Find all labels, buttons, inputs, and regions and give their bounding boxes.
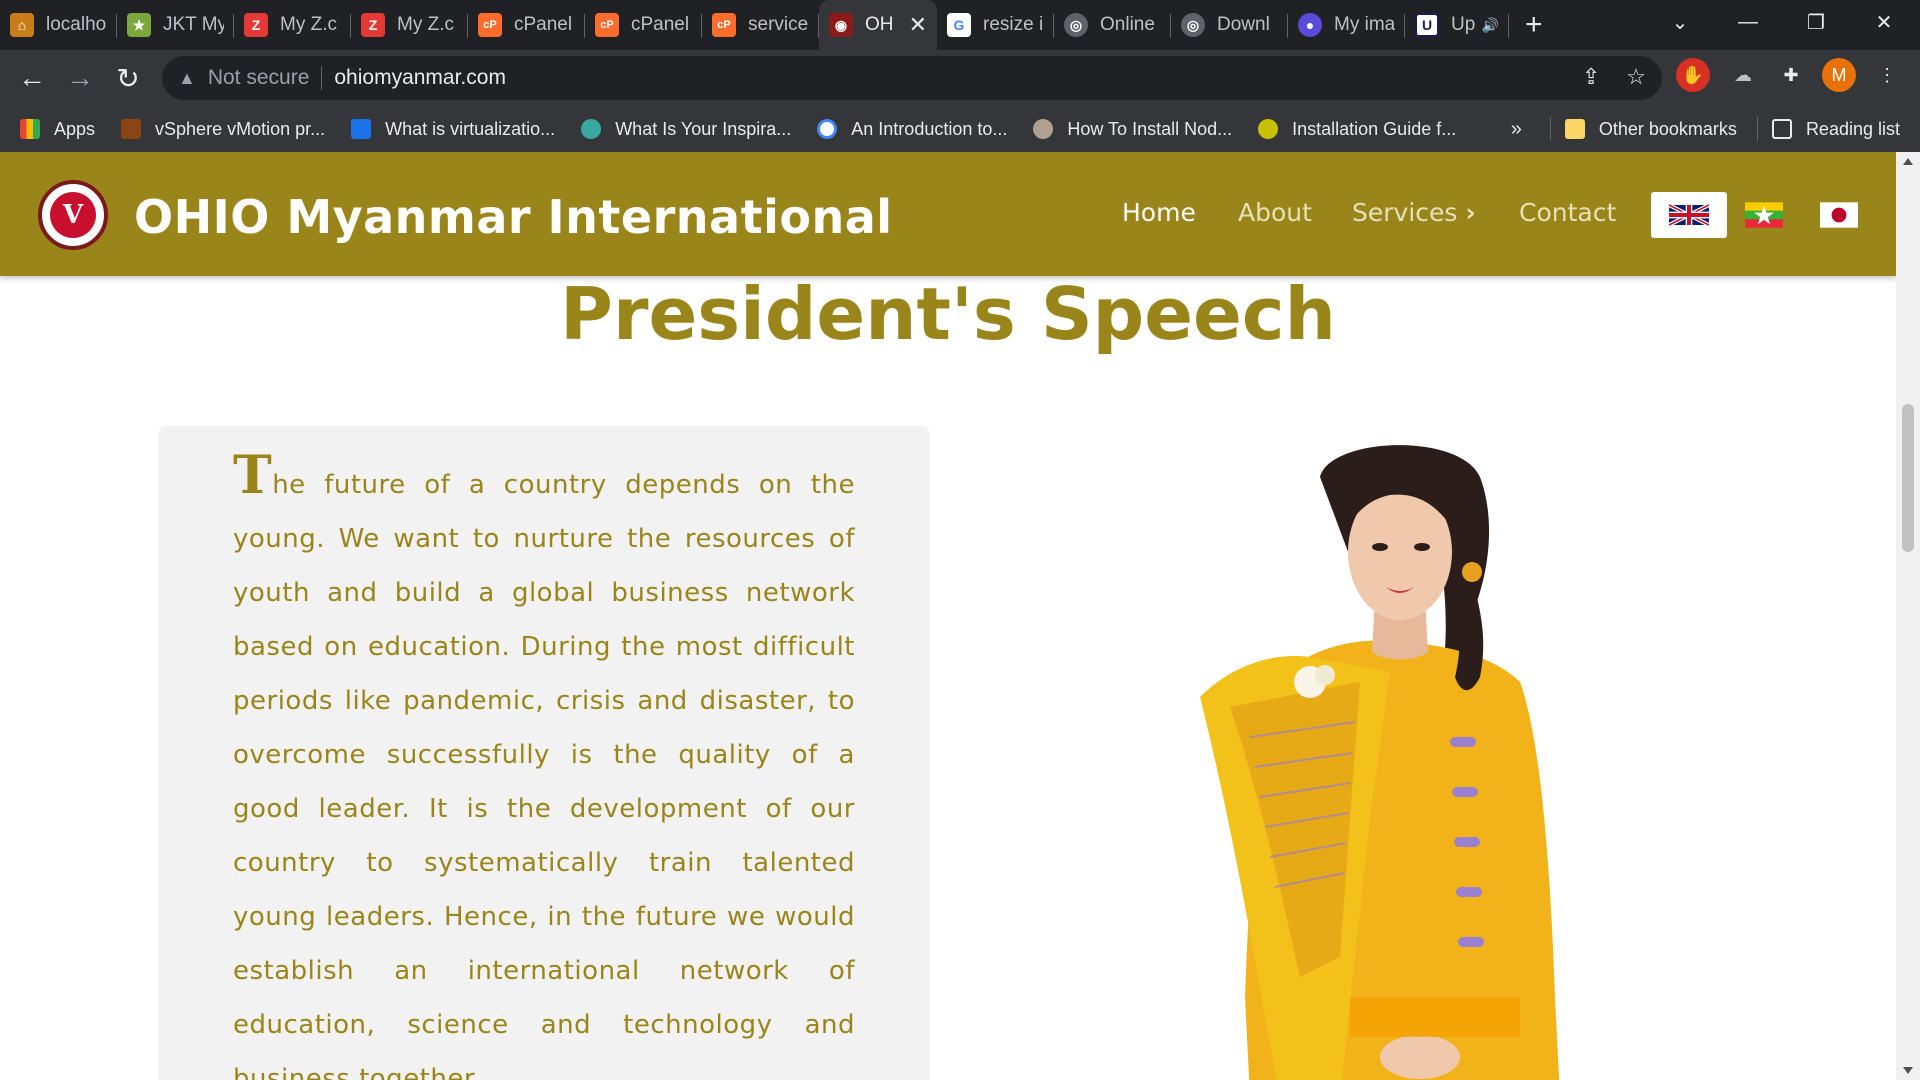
site-logo[interactable]: V (38, 180, 108, 250)
adblock-extension-icon[interactable]: ✋ (1676, 58, 1710, 92)
browser-tab[interactable]: ● My ima (1288, 0, 1405, 50)
url-text[interactable]: ohiomyanmar.com (334, 66, 506, 90)
tab-favicon-icon: cP (478, 13, 502, 37)
nav-home[interactable]: Home (1122, 198, 1196, 227)
nav-contact[interactable]: Contact (1519, 198, 1616, 227)
bookmark-favicon-icon (121, 119, 142, 139)
back-icon[interactable]: ← (8, 54, 56, 102)
myanmar-flag-icon (1745, 202, 1783, 228)
bookmark-favicon-icon (581, 119, 602, 139)
other-bookmarks[interactable]: Other bookmarks (1564, 119, 1737, 140)
bookmark-item[interactable]: What is virtualizatio... (351, 119, 555, 140)
site-brand[interactable]: OHIO Myanmar International (134, 190, 893, 244)
site-header: V OHIO Myanmar International Home About … (0, 152, 1896, 276)
tab-favicon-icon: G (947, 13, 971, 37)
speech-card: The future of a country depends on the y… (158, 426, 930, 1080)
page-title: President's Speech (560, 272, 1336, 356)
scrollbar-thumb[interactable] (1902, 404, 1914, 552)
menu-kebab-icon[interactable]: ⋮ (1870, 58, 1904, 92)
forward-icon[interactable]: → (56, 54, 104, 102)
browser-toolbar: ← → ↻ ▲ Not secure ohiomyanmar.com ⇪ ☆ ✋… (0, 50, 1920, 106)
browser-tab[interactable]: ⌂ localho (0, 0, 117, 50)
nav-services[interactable]: Services › (1352, 198, 1476, 227)
language-myanmar-button[interactable] (1726, 192, 1802, 238)
bookmark-favicon-icon (1258, 119, 1279, 139)
warning-icon[interactable]: ▲ (178, 68, 196, 89)
logo-emblem-icon: V (50, 192, 96, 238)
divider (1549, 117, 1551, 141)
browser-tab-active[interactable]: ◉ OH ✕ (819, 0, 937, 50)
share-icon[interactable]: ⇪ (1582, 64, 1600, 90)
speaker-icon[interactable]: 🔊 (1482, 17, 1499, 34)
bookmark-item[interactable]: An Introduction to... (817, 119, 1007, 140)
speech-text: he future of a country depends on the yo… (233, 470, 855, 1080)
extensions-puzzle-icon[interactable]: ✚ (1774, 58, 1808, 92)
language-japanese-button[interactable] (1801, 192, 1877, 238)
security-status[interactable]: Not secure (208, 66, 310, 90)
browser-tab[interactable]: Z My Z.c (351, 0, 468, 50)
tab-favicon-icon: Z (244, 13, 268, 37)
reload-icon[interactable]: ↻ (104, 54, 152, 102)
browser-tab[interactable]: ★ JKT My (117, 0, 234, 50)
page-viewport: V OHIO Myanmar International Home About … (0, 152, 1896, 1080)
speech-body: The future of a country depends on the y… (233, 450, 855, 1080)
bookmarks-overflow-button[interactable]: » (1511, 118, 1522, 141)
restore-icon[interactable]: ❐ (1786, 0, 1846, 44)
tab-favicon-icon: ◎ (1064, 13, 1088, 37)
bookmark-item[interactable]: How To Install Nod... (1033, 119, 1232, 140)
browser-tab[interactable]: U Up 🔊 (1405, 0, 1509, 50)
browser-tab[interactable]: ◎ Online (1054, 0, 1171, 50)
divider (1756, 117, 1758, 141)
address-bar[interactable]: ▲ Not secure ohiomyanmar.com ⇪ ☆ (162, 56, 1662, 100)
language-english-button[interactable] (1651, 192, 1727, 238)
close-window-icon[interactable]: ✕ (1854, 0, 1914, 44)
browser-tab-strip: ⌂ localho ★ JKT My Z My Z.c Z My Z.c cP cPane… (0, 0, 1920, 50)
nav-about[interactable]: About (1238, 198, 1312, 227)
bookmark-favicon-icon (351, 119, 372, 139)
apps-grid-icon (20, 119, 40, 139)
uk-flag-icon (1669, 203, 1709, 227)
bookmark-star-icon[interactable]: ☆ (1626, 64, 1646, 90)
close-tab-icon[interactable]: ✕ (909, 12, 927, 38)
extension-icon[interactable]: ☁ (1726, 58, 1760, 92)
drop-cap: T (233, 445, 273, 506)
browser-tab[interactable]: cP cPanel (585, 0, 702, 50)
new-tab-button[interactable]: + (1525, 8, 1543, 42)
tab-favicon-icon: ⌂ (10, 13, 34, 37)
chevron-right-icon: › (1465, 198, 1476, 227)
browser-tab[interactable]: Z My Z.c (234, 0, 351, 50)
japan-flag-icon (1820, 202, 1858, 228)
minimize-icon[interactable]: — (1718, 0, 1778, 44)
browser-tab[interactable]: Gresize i (937, 0, 1054, 50)
bookmark-item[interactable]: Installation Guide f... (1258, 119, 1456, 140)
tab-favicon-icon: ★ (127, 13, 151, 37)
bookmark-favicon-icon (1033, 119, 1054, 139)
page-scrollbar[interactable] (1896, 152, 1920, 1080)
bookmark-favicon-icon (817, 119, 838, 139)
browser-tab[interactable]: ◎ Downl (1171, 0, 1288, 50)
tab-favicon-icon: ◉ (829, 13, 853, 37)
profile-avatar[interactable]: M (1822, 58, 1856, 92)
bookmark-item[interactable]: vSphere vMotion pr... (121, 119, 325, 140)
tab-favicon-icon: Z (361, 13, 385, 37)
tab-favicon-icon: U (1415, 13, 1439, 37)
bookmarks-bar: Apps vSphere vMotion pr... What is virtu… (0, 106, 1920, 152)
browser-tab[interactable]: cP service (702, 0, 819, 50)
president-portrait-image (1200, 445, 1560, 1080)
reading-list-icon (1771, 119, 1792, 139)
bookmark-apps[interactable]: Apps (20, 119, 95, 140)
browser-tab[interactable]: cP cPanel (468, 0, 585, 50)
tab-favicon-icon: cP (712, 13, 736, 37)
scroll-down-icon[interactable] (1903, 1067, 1913, 1074)
divider (321, 66, 323, 90)
tab-search-icon[interactable]: ⌄ (1650, 0, 1710, 44)
tab-favicon-icon: ● (1298, 13, 1322, 37)
folder-icon (1564, 119, 1585, 139)
scroll-up-icon[interactable] (1903, 158, 1913, 165)
tab-favicon-icon: cP (595, 13, 619, 37)
nav-services-label: Services (1352, 198, 1458, 227)
bookmark-item[interactable]: What Is Your Inspira... (581, 119, 791, 140)
reading-list[interactable]: Reading list (1771, 119, 1900, 140)
tab-favicon-icon: ◎ (1181, 13, 1205, 37)
